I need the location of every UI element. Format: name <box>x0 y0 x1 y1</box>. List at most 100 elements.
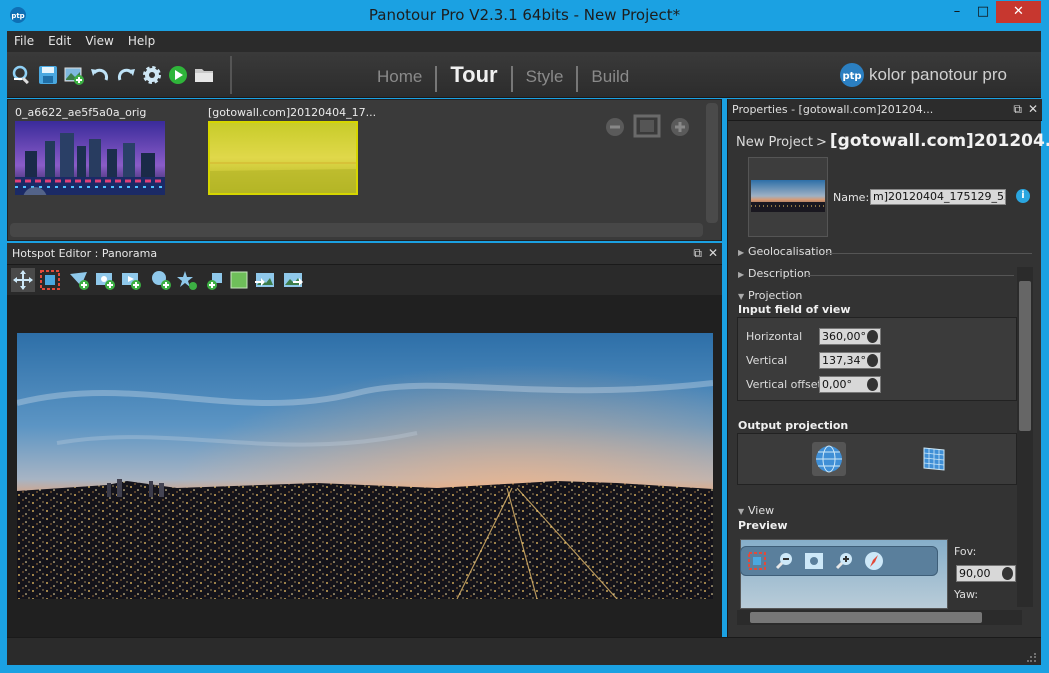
panorama-thumbnail[interactable]: 0_a6622_ae5f5a0a_orig <box>15 106 165 211</box>
section-projection[interactable]: ▼ Projection <box>738 289 802 302</box>
output-projection-heading: Output projection <box>738 419 849 432</box>
input-fov-panel: Horizontal 360,00° Vertical 137,34° Vert… <box>737 317 1017 401</box>
save-icon[interactable] <box>37 64 59 86</box>
open-project-icon[interactable] <box>11 64 33 86</box>
preview-toolbar <box>740 546 938 576</box>
float-panel-button[interactable]: ⧉ <box>693 246 702 260</box>
maximize-button[interactable]: □ <box>966 1 1000 23</box>
properties-header: Properties - [gotowall.com]201204... ⧉ ✕ <box>728 99 1042 121</box>
select-tool-icon[interactable] <box>38 268 62 292</box>
strip-horizontal-scrollbar[interactable] <box>10 223 703 237</box>
hotspot-editor-header: Hotspot Editor : Panorama ⧉ ✕ <box>7 243 722 265</box>
select-view-icon[interactable] <box>746 550 768 572</box>
breadcrumb-current: [gotowall.com]201204... <box>829 131 1049 151</box>
horizontal-spinbox[interactable]: 360,00° <box>819 328 881 345</box>
app-window: ptp Panotour Pro V2.3.1 64bits - New Pro… <box>0 0 1049 673</box>
scrollbar-thumb[interactable] <box>750 612 982 623</box>
green-spot-icon[interactable] <box>227 268 251 292</box>
add-video-spot-icon[interactable] <box>119 268 143 292</box>
add-text-spot-icon[interactable] <box>203 268 227 292</box>
tab-tour[interactable]: Tour <box>440 60 507 90</box>
panorama-image[interactable] <box>15 121 165 211</box>
add-polygon-spot-icon[interactable] <box>67 268 91 292</box>
close-panel-button[interactable]: ✕ <box>1028 102 1038 116</box>
zoom-in-view-icon[interactable] <box>834 550 856 572</box>
zoom-out-view-icon[interactable] <box>774 550 796 572</box>
info-icon[interactable]: i <box>1016 189 1030 203</box>
fov-label: Fov: <box>954 545 977 558</box>
spin-arrows-icon[interactable] <box>867 354 878 367</box>
resize-grip-icon[interactable] <box>1027 652 1037 662</box>
vertical-offset-spinbox[interactable]: 0,00° <box>819 376 881 393</box>
toolbar-separator <box>230 56 232 94</box>
hotspot-toolbar <box>7 265 722 295</box>
breadcrumb: New Project > [gotowall.com]201204... <box>736 131 1049 151</box>
tab-build[interactable]: Build <box>581 62 639 92</box>
vertical-spinbox[interactable]: 137,34° <box>819 352 881 369</box>
brand-name: kolor panotour pro <box>869 65 1007 84</box>
sphere-projection-icon[interactable] <box>812 442 846 476</box>
spin-arrows-icon[interactable] <box>1002 567 1013 580</box>
hotspot-editor-title: Hotspot Editor : Panorama <box>12 247 158 260</box>
section-divider <box>826 253 1032 254</box>
menu-file[interactable]: File <box>7 31 41 50</box>
hotspot-panel-buttons: ⧉ ✕ <box>687 246 718 261</box>
move-tool-icon[interactable] <box>11 268 35 292</box>
breadcrumb-root[interactable]: New Project <box>736 135 813 150</box>
close-button[interactable]: ✕ <box>996 1 1041 23</box>
fit-icon[interactable] <box>633 114 661 141</box>
import-spots-icon[interactable] <box>253 268 277 292</box>
fov-spinbox[interactable]: 90,00 <box>956 565 1016 582</box>
properties-horizontal-scrollbar[interactable] <box>737 610 1022 625</box>
close-panel-button[interactable]: ✕ <box>708 246 718 260</box>
section-geolocalisation[interactable]: ▶ Geolocalisation <box>738 245 832 258</box>
add-panorama-icon[interactable] <box>63 64 85 86</box>
vertical-label: Vertical <box>746 354 788 367</box>
brand: ptp kolor panotour pro <box>839 62 1007 88</box>
float-panel-button[interactable]: ⧉ <box>1013 102 1022 116</box>
undo-icon[interactable] <box>89 64 111 86</box>
strip-vertical-scrollbar[interactable] <box>706 103 718 223</box>
tab-divider <box>510 65 513 92</box>
fit-view-icon[interactable] <box>803 550 825 572</box>
zoom-in-icon[interactable] <box>670 117 690 140</box>
menu-help[interactable]: Help <box>121 31 162 50</box>
breadcrumb-separator: > <box>815 135 827 150</box>
horizontal-value: 360,00° <box>822 330 866 343</box>
redo-icon[interactable] <box>115 64 137 86</box>
properties-vertical-scrollbar[interactable] <box>1017 267 1033 607</box>
tab-style[interactable]: Style <box>516 62 574 92</box>
title-bar[interactable]: ptp Panotour Pro V2.3.1 64bits - New Pro… <box>0 0 1049 31</box>
section-view[interactable]: ▼ View <box>738 504 774 517</box>
section-label: View <box>748 504 775 517</box>
scrollbar-thumb[interactable] <box>1019 281 1031 431</box>
add-image-spot-icon[interactable] <box>93 268 117 292</box>
menu-view[interactable]: View <box>78 31 120 50</box>
panorama-image[interactable] <box>208 121 358 195</box>
hotspot-viewport[interactable] <box>7 295 722 637</box>
status-bar <box>7 637 1041 665</box>
folder-icon[interactable] <box>193 64 215 86</box>
compass-icon[interactable] <box>863 550 885 572</box>
tab-home[interactable]: Home <box>367 62 432 92</box>
add-sound-spot-icon[interactable] <box>149 268 173 292</box>
menu-edit[interactable]: Edit <box>41 31 78 50</box>
panorama-canvas[interactable] <box>17 333 713 599</box>
settings-icon[interactable] <box>141 64 163 86</box>
play-icon[interactable] <box>167 64 189 86</box>
properties-panel-buttons: ⧉ ✕ <box>1007 102 1038 117</box>
spin-arrows-icon[interactable] <box>867 330 878 343</box>
zoom-out-icon[interactable] <box>605 117 625 140</box>
section-label: Description <box>748 267 811 280</box>
section-description[interactable]: ▶ Description <box>738 267 811 280</box>
export-spots-icon[interactable] <box>281 268 305 292</box>
cube-projection-icon[interactable] <box>916 442 950 476</box>
add-point-spot-icon[interactable] <box>175 268 199 292</box>
svg-text:ptp: ptp <box>842 71 861 82</box>
panorama-strip: 0_a6622_ae5f5a0a_orig [gotowall.com]2012… <box>7 99 722 241</box>
expand-arrow-icon: ▶ <box>738 270 745 279</box>
panorama-thumbnail-selected[interactable]: [gotowall.com]20120404_17... <box>208 106 376 195</box>
spin-arrows-icon[interactable] <box>867 378 878 391</box>
section-label: Projection <box>748 289 803 302</box>
name-field[interactable]: m]20120404_175129_5274 <box>870 189 1006 205</box>
